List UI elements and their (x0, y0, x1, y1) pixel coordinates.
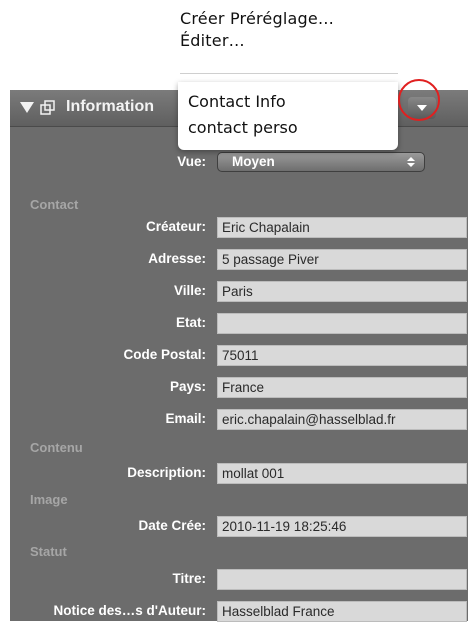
disclosure-triangle-icon[interactable] (20, 102, 34, 113)
copyright-notice-label: Notice des…s d'Auteur: (53, 603, 206, 618)
city-label: Ville: (173, 283, 206, 298)
state-field[interactable] (217, 313, 467, 334)
title-field[interactable] (217, 569, 467, 590)
panel-title: Information (66, 98, 154, 115)
menu-divider (180, 73, 398, 74)
creator-label: Créateur: (145, 219, 206, 234)
address-field[interactable]: 5 passage Piver (217, 249, 467, 270)
popup-item-contact-perso[interactable]: contact perso (188, 118, 298, 137)
metadata-inspector-panel: Information Vue: Moyen Contact Créateur:… (10, 90, 468, 622)
create-preset-menu-item[interactable]: Créer Préréglage… (180, 8, 400, 30)
view-select-value: Moyen (232, 154, 275, 169)
section-statut: Statut (30, 544, 67, 559)
state-label: Etat: (176, 315, 206, 330)
description-label: Description: (127, 465, 206, 480)
view-label: Vue: (177, 154, 206, 169)
copyright-notice-field[interactable]: Hasselblad France (217, 601, 467, 622)
view-select[interactable]: Moyen (217, 152, 425, 172)
edit-menu-item[interactable]: Éditer… (180, 30, 400, 52)
address-label: Adresse: (148, 251, 206, 266)
preset-popup: Contact Info contact perso (178, 82, 398, 150)
postal-code-label: Code Postal: (123, 347, 206, 362)
highlight-circle (398, 79, 440, 121)
creator-field[interactable]: Eric Chapalain (217, 217, 467, 238)
country-field[interactable]: France (217, 377, 467, 398)
select-arrows-icon (407, 157, 415, 167)
postal-code-field[interactable]: 75011 (217, 345, 467, 366)
section-contact: Contact (30, 197, 79, 212)
description-field[interactable]: mollat 001 (217, 463, 467, 484)
email-field[interactable]: eric.chapalain@hasselblad.fr (217, 409, 467, 430)
popup-item-contact-info[interactable]: Contact Info (188, 92, 286, 111)
title-label: Titre: (172, 571, 206, 586)
email-label: Email: (165, 411, 206, 426)
info-window-icon (40, 100, 55, 115)
date-created-field[interactable]: 2010-11-19 18:25:46 (217, 516, 467, 537)
section-contenu: Contenu (30, 440, 83, 455)
city-field[interactable]: Paris (217, 281, 467, 302)
date-created-label: Date Crée: (138, 518, 206, 533)
section-image: Image (30, 492, 68, 507)
country-label: Pays: (169, 379, 206, 394)
preset-menu: Créer Préréglage… Éditer… (180, 8, 400, 52)
